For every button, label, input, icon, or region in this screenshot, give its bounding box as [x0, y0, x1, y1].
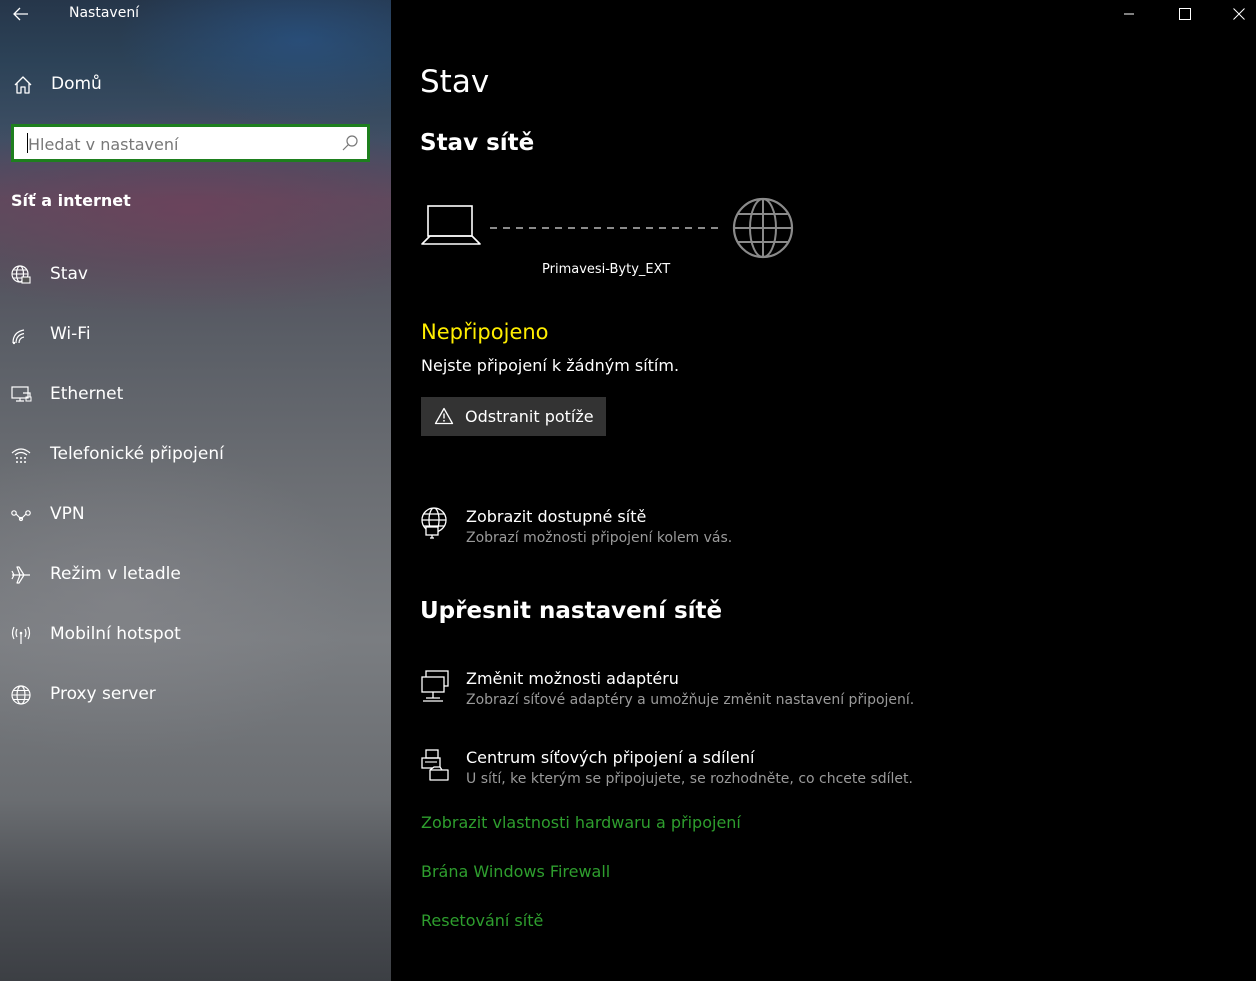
sidebar-item-proxy[interactable]: Proxy server [0, 668, 391, 728]
hardware-properties-link[interactable]: Zobrazit vlastnosti hardwaru a připojení [421, 813, 741, 832]
sidebar-item-label: VPN [50, 504, 85, 524]
link-title: Změnit možnosti adaptéru [466, 669, 679, 688]
link-title: Zobrazit dostupné sítě [466, 507, 647, 526]
section-title: Síť a internet [11, 191, 131, 210]
back-arrow-icon [13, 7, 28, 21]
dialup-icon [11, 448, 31, 463]
sidebar-item-label: Wi-Fi [50, 324, 91, 344]
connection-status: Nepřipojeno [421, 320, 549, 344]
sidebar-item-label: Ethernet [50, 384, 124, 404]
network-name: Primavesi-Byty_EXT [542, 262, 671, 277]
link-title: Centrum síťových připojení a sdílení [466, 748, 755, 767]
connection-status-description: Nejste připojení k žádným sítím. [421, 356, 680, 375]
home-label: Domů [51, 74, 102, 94]
title-bar: Nastavení [0, 0, 391, 28]
sidebar-nav: Stav Wi-Fi Ethernet Telefonické připojen… [0, 248, 391, 728]
warning-icon [434, 407, 454, 425]
ethernet-icon [11, 386, 32, 402]
globe-network-icon [421, 507, 447, 539]
link-subtitle: U sítí, ke kterým se připojujete, se roz… [466, 771, 913, 787]
troubleshoot-button[interactable]: Odstranit potíže [421, 397, 606, 436]
globe-icon [11, 685, 31, 705]
laptop-icon [421, 205, 481, 245]
network-adapter-icon [421, 670, 449, 702]
wifi-icon [12, 329, 25, 345]
sidebar-item-vpn[interactable]: VPN [0, 488, 391, 548]
sidebar-item-dialup[interactable]: Telefonické připojení [0, 428, 391, 488]
sidebar-item-wifi[interactable]: Wi-Fi [0, 308, 391, 368]
sidebar-item-label: Proxy server [50, 684, 156, 704]
globe-icon [732, 197, 794, 259]
network-reset-link[interactable]: Resetování sítě [421, 911, 543, 930]
page-title: Stav [420, 64, 490, 100]
sidebar-item-stav[interactable]: Stav [0, 248, 391, 308]
sidebar-item-label: Mobilní hotspot [50, 624, 181, 644]
search-field[interactable] [11, 124, 370, 162]
change-adapter-options-link[interactable]: Změnit možnosti adaptéru Zobrazí síťové … [420, 669, 1220, 719]
home-icon [14, 76, 32, 94]
sidebar-item-ethernet[interactable]: Ethernet [0, 368, 391, 428]
network-sharing-center-link[interactable]: Centrum síťových připojení a sdílení U s… [420, 748, 1220, 798]
back-button[interactable] [10, 3, 32, 25]
hotspot-icon [11, 626, 31, 644]
globe-status-icon [11, 265, 31, 284]
vpn-icon [11, 510, 31, 522]
sidebar-item-label: Stav [50, 264, 88, 284]
advanced-settings-heading: Upřesnit nastavení sítě [420, 598, 723, 624]
link-subtitle: Zobrazí síťové adaptéry a umožňuje změni… [466, 692, 915, 708]
windows-firewall-link[interactable]: Brána Windows Firewall [421, 862, 610, 881]
show-available-networks-link[interactable]: Zobrazit dostupné sítě Zobrazí možnosti … [420, 507, 1220, 557]
sidebar-item-airplane[interactable]: Režim v letadle [0, 548, 391, 608]
sidebar-item-hotspot[interactable]: Mobilní hotspot [0, 608, 391, 668]
home-nav-item[interactable]: Domů [0, 64, 391, 106]
airplane-icon [11, 566, 30, 584]
troubleshoot-label: Odstranit potíže [465, 407, 594, 426]
sidebar: Nastavení Domů Síť a internet Stav [0, 0, 391, 981]
network-status-heading: Stav sítě [420, 130, 535, 156]
main-content: Stav Stav sítě Primavesi-Byty_EXT Nepřip… [391, 0, 1256, 981]
search-icon[interactable] [341, 134, 359, 152]
sharing-center-icon [421, 749, 449, 781]
sidebar-item-label: Režim v letadle [50, 564, 181, 584]
sidebar-item-label: Telefonické připojení [50, 444, 224, 464]
search-input[interactable] [28, 133, 328, 155]
link-subtitle: Zobrazí možnosti připojení kolem vás. [466, 530, 733, 546]
app-title: Nastavení [69, 5, 140, 21]
